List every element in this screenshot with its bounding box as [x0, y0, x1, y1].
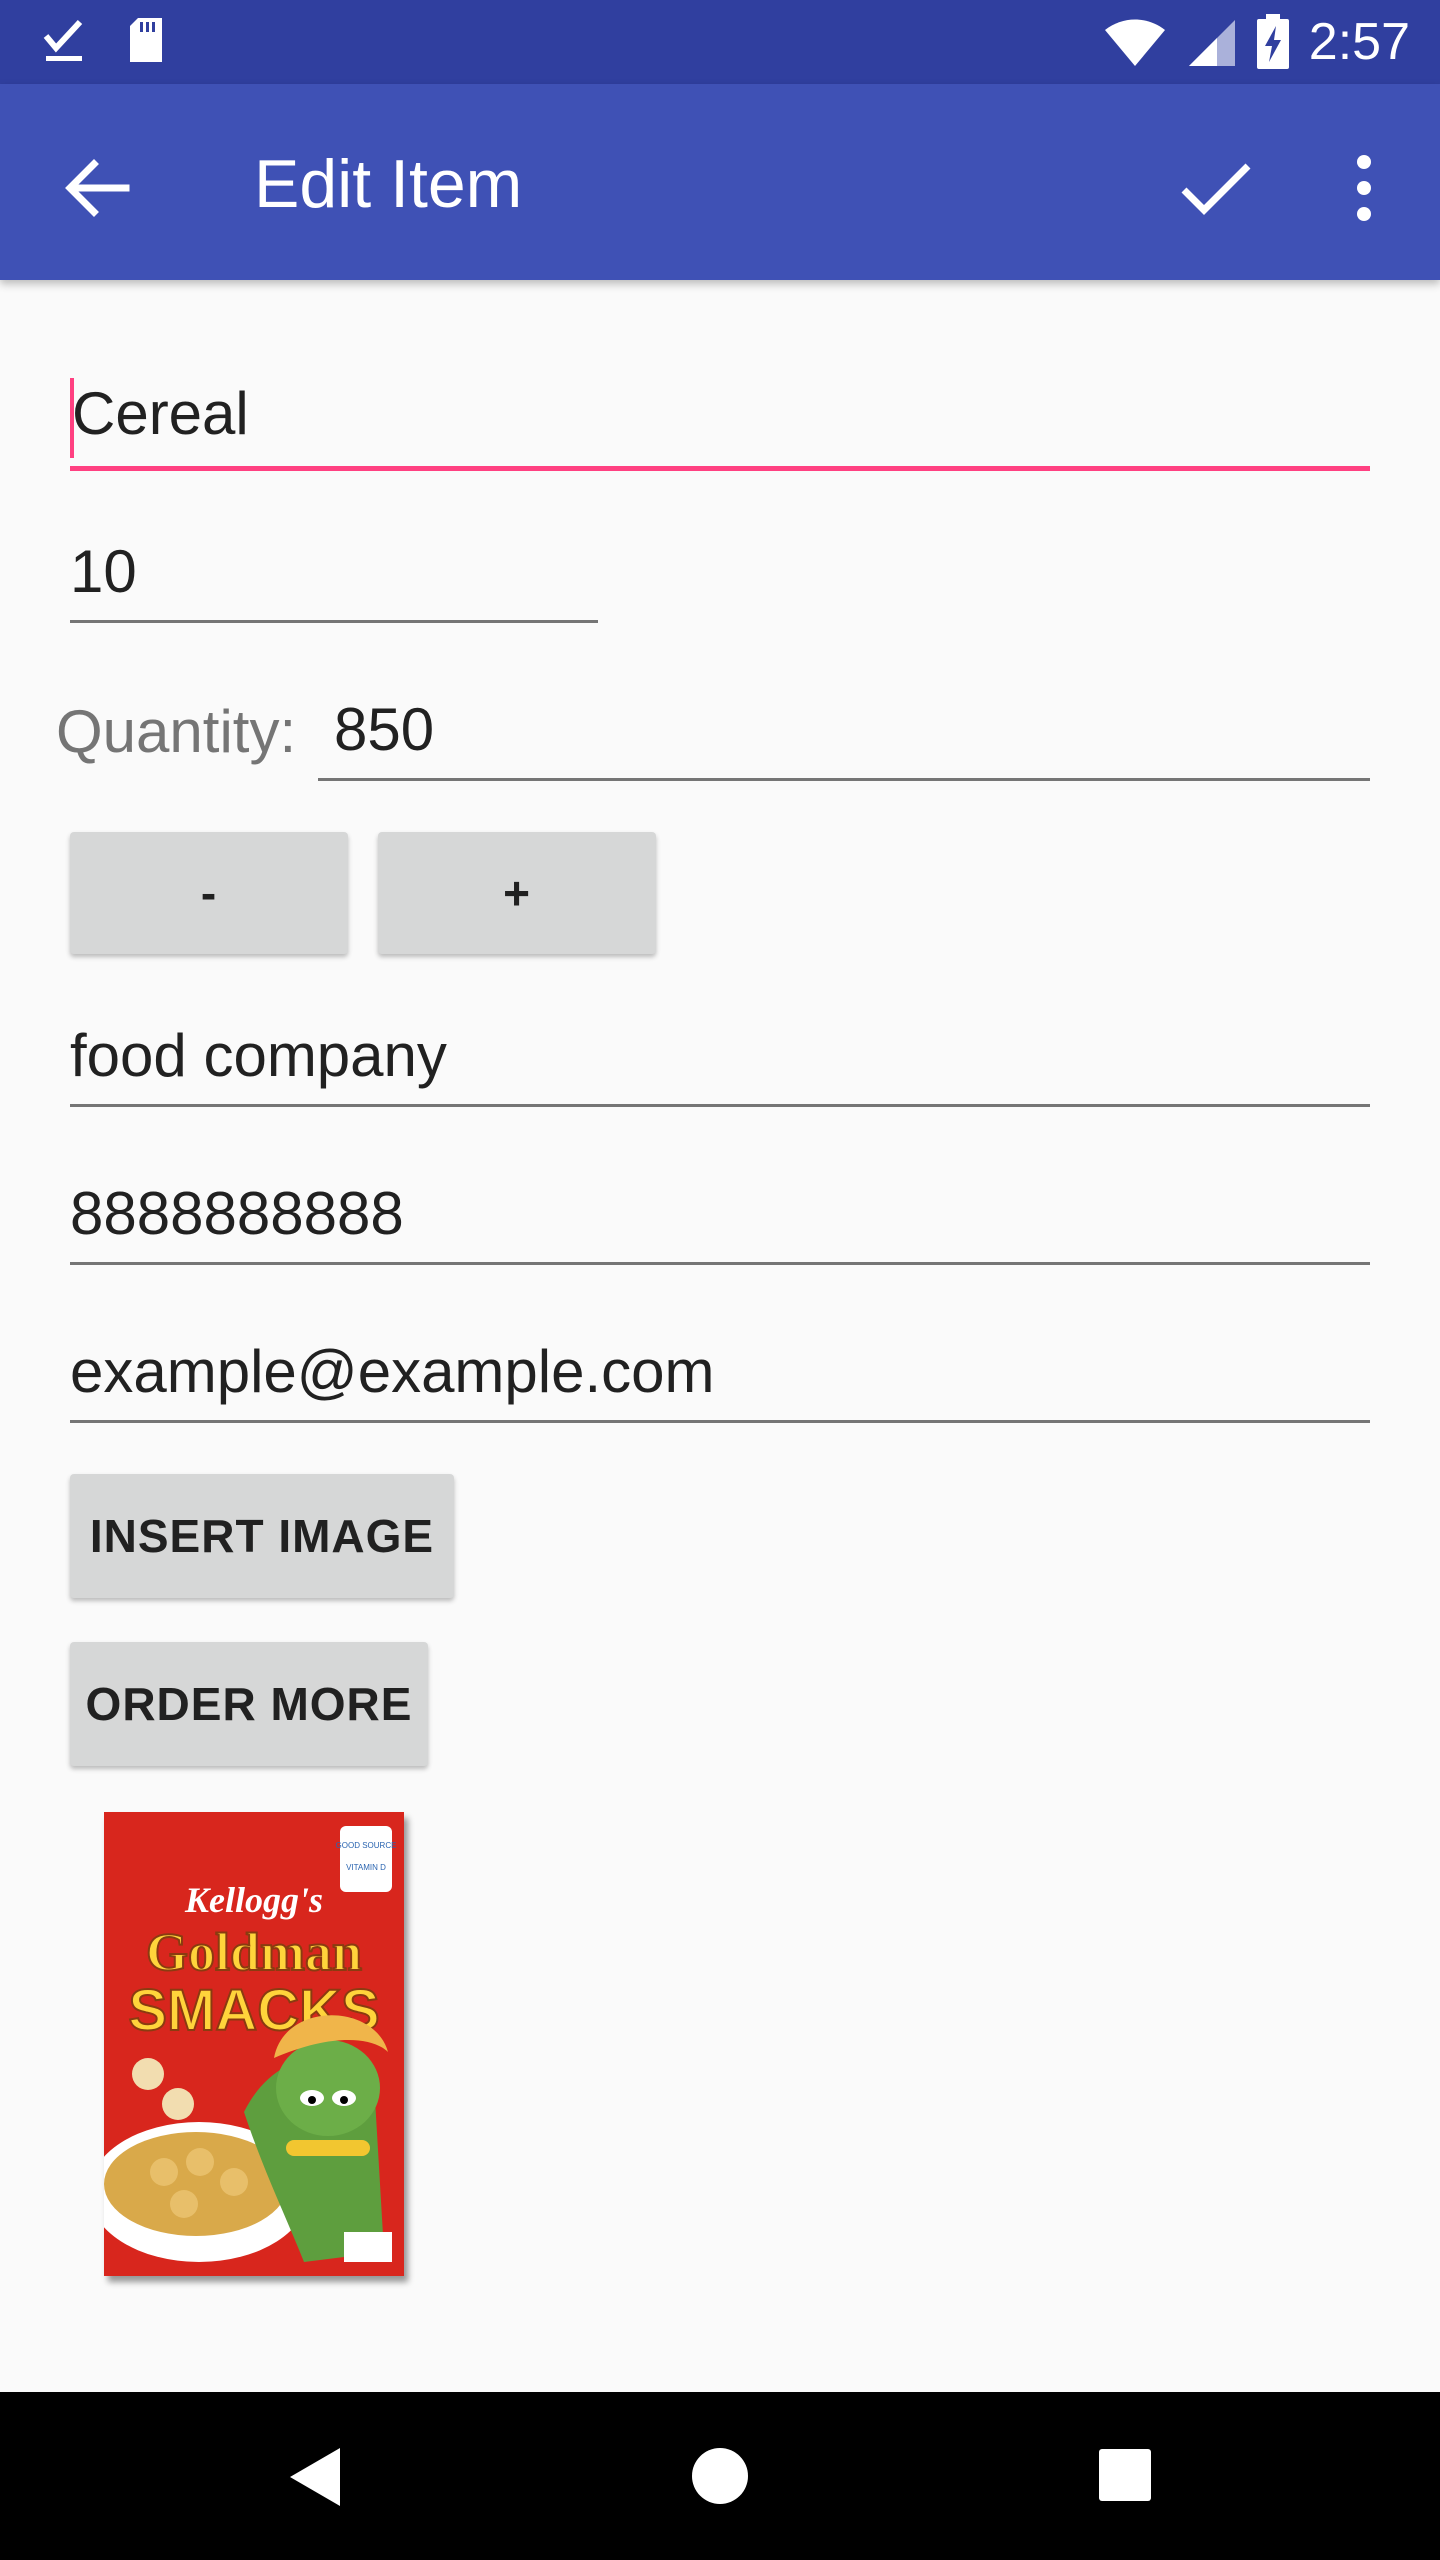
- supplier-value: food company: [70, 1022, 447, 1089]
- product-image: GOOD SOURCE VITAMIN D Kellogg's Goldman …: [89, 1812, 404, 2276]
- name-field[interactable]: Cereal: [70, 370, 1370, 471]
- more-vert-icon: [1357, 155, 1371, 221]
- increment-button[interactable]: +: [378, 832, 656, 954]
- price-value: 10: [70, 538, 137, 605]
- home-circle-icon[interactable]: [690, 2446, 750, 2506]
- email-field[interactable]: example@example.com: [70, 1332, 1370, 1423]
- back-button[interactable]: [56, 146, 140, 230]
- check-icon: [1181, 163, 1251, 215]
- app-bar: Edit Item: [0, 84, 1440, 280]
- check-icon: [43, 19, 83, 61]
- back-triangle-icon[interactable]: [286, 2444, 346, 2510]
- product-title-line1: Goldman: [146, 1922, 362, 1982]
- sd-card-icon: [130, 18, 162, 62]
- signal-icon: [1188, 20, 1235, 66]
- save-button[interactable]: [1174, 146, 1258, 230]
- badge-line2: VITAMIN D: [346, 1863, 386, 1872]
- overflow-menu-button[interactable]: [1322, 146, 1406, 230]
- quantity-field[interactable]: 850: [318, 690, 1370, 781]
- phone-field[interactable]: 8888888888: [70, 1174, 1370, 1265]
- page-title: Edit Item: [254, 146, 523, 222]
- name-value: Cereal: [72, 380, 249, 447]
- decrement-button[interactable]: -: [70, 832, 348, 954]
- increment-label: +: [503, 867, 531, 919]
- recents-square-icon[interactable]: [1098, 2448, 1152, 2502]
- brand-logo: Kellogg's: [184, 1880, 323, 1920]
- order-more-button[interactable]: ORDER MORE: [70, 1642, 428, 1766]
- price-field[interactable]: 10: [70, 532, 598, 623]
- status-time: 2:57: [1308, 13, 1410, 71]
- insert-image-label: INSERT IMAGE: [89, 1510, 435, 1562]
- back-arrow-icon: [65, 159, 130, 217]
- system-nav-bar: [0, 2392, 1440, 2560]
- battery-icon: [1256, 14, 1289, 69]
- quantity-value: 850: [334, 696, 435, 763]
- email-value: example@example.com: [70, 1338, 715, 1405]
- decrement-label: -: [200, 867, 218, 919]
- status-bar: 2:57: [0, 0, 1440, 84]
- quantity-label: Quantity:: [56, 698, 297, 765]
- supplier-field[interactable]: food company: [70, 1016, 1370, 1107]
- wifi-icon: [1104, 19, 1165, 66]
- cereal-box-art: GOOD SOURCE VITAMIN D Kellogg's Goldman …: [89, 1812, 404, 2276]
- order-more-label: ORDER MORE: [85, 1678, 413, 1730]
- badge-line1: GOOD SOURCE: [336, 1841, 397, 1850]
- phone-value: 8888888888: [70, 1180, 404, 1247]
- insert-image-button[interactable]: INSERT IMAGE: [70, 1474, 454, 1598]
